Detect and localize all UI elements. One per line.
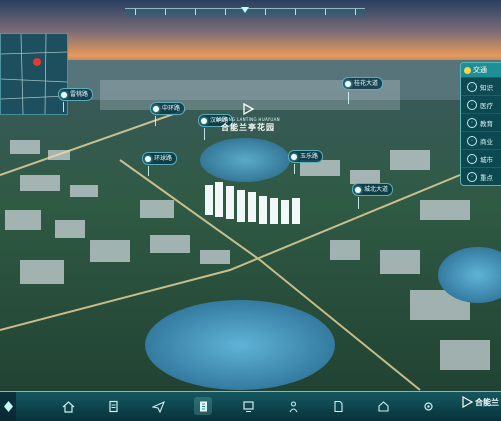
menu-item-2[interactable]: ◦ 医疗 bbox=[461, 95, 501, 113]
house-icon[interactable] bbox=[374, 397, 392, 415]
pin-icon bbox=[291, 153, 297, 160]
map-label-5[interactable]: 桂花大道 bbox=[342, 77, 384, 90]
menu-header-traffic[interactable]: 交通 bbox=[461, 63, 501, 77]
menu-item-3[interactable]: ◦ 教育 bbox=[461, 113, 501, 131]
bottom-toolbar: 合能兰 bbox=[0, 391, 501, 421]
minimap[interactable] bbox=[0, 33, 68, 115]
pin-icon bbox=[153, 105, 159, 112]
menu-item-5[interactable]: ◦ 城市 bbox=[461, 149, 501, 167]
menu-item-1[interactable]: ◦ 知识 bbox=[461, 77, 501, 95]
map-label-7[interactable]: 城北大道 bbox=[352, 183, 394, 196]
circle-icon: ◦ bbox=[467, 81, 477, 92]
location-marker-icon bbox=[33, 58, 41, 66]
circle-icon: ◦ bbox=[467, 117, 477, 128]
circle-icon: ◦ bbox=[467, 99, 477, 110]
aerial-city-scene bbox=[0, 0, 501, 420]
document-icon[interactable] bbox=[104, 397, 122, 415]
map-label-1[interactable]: 雷桃路 bbox=[58, 88, 94, 101]
settings-icon[interactable] bbox=[419, 397, 437, 415]
pin-icon bbox=[145, 155, 151, 162]
pin-icon bbox=[61, 91, 67, 98]
play-logo-icon bbox=[462, 396, 473, 408]
monitor-icon[interactable] bbox=[239, 397, 257, 415]
building-icon[interactable] bbox=[194, 397, 212, 415]
pin-icon bbox=[201, 117, 207, 124]
file-icon[interactable] bbox=[329, 397, 347, 415]
pin-icon bbox=[345, 80, 351, 87]
home-icon[interactable] bbox=[59, 397, 77, 415]
menu-item-4[interactable]: ◦ 商业 bbox=[461, 131, 501, 149]
pin-icon bbox=[355, 186, 361, 193]
heading-marker-icon bbox=[241, 7, 249, 13]
project-name-cn: 合能兰亭花园 bbox=[221, 123, 275, 132]
circle-icon: ◦ bbox=[467, 171, 477, 182]
traffic-icon bbox=[464, 66, 471, 74]
brand-button[interactable]: 合能兰 bbox=[461, 396, 499, 408]
project-sign[interactable]: BEDONG LANTING HUAYUAN 合能兰亭花园 bbox=[210, 102, 286, 140]
compass-bar[interactable] bbox=[125, 7, 365, 21]
category-menu: 交通 ◦ 知识 ◦ 医疗 ◦ 教育 ◦ 商业 ◦ 城市 ◦ 重点 bbox=[460, 62, 501, 186]
corner-logo-icon[interactable] bbox=[0, 392, 16, 421]
circle-icon: ◦ bbox=[467, 153, 477, 164]
play-logo-icon bbox=[243, 102, 255, 116]
menu-item-6[interactable]: ◦ 重点 bbox=[461, 167, 501, 185]
map-label-2[interactable]: 中环路 bbox=[150, 102, 186, 115]
circle-icon: ◦ bbox=[467, 135, 477, 146]
person-icon[interactable] bbox=[284, 397, 302, 415]
send-icon[interactable] bbox=[149, 397, 167, 415]
map-label-6[interactable]: 玉乐路 bbox=[288, 150, 324, 163]
map-label-4[interactable]: 环球路 bbox=[142, 152, 178, 165]
